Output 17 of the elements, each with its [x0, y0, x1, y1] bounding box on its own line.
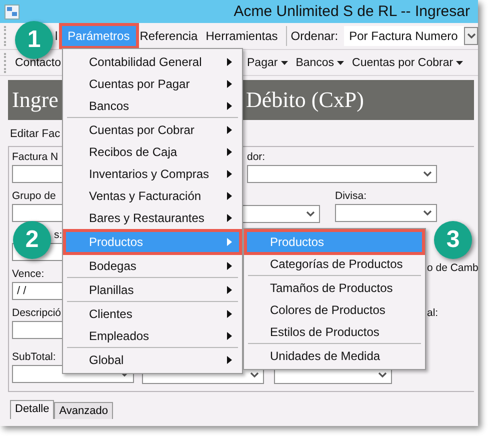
sort-label: Ordenar: [290, 29, 338, 43]
page-title: Ingre [12, 87, 58, 113]
field-label: Descripció [12, 307, 62, 319]
window-title: Acme Unlimited S de RL -- Ingresar [234, 3, 470, 20]
field-label: Factura N [12, 151, 58, 163]
field-label: SubTotal: [12, 351, 56, 363]
field-label: al: [427, 307, 438, 319]
step-badge: 1 [15, 21, 53, 59]
field-label: Vence: [12, 268, 44, 280]
field-label: o de Camb [427, 262, 478, 274]
field-label: Grupo de [12, 190, 56, 202]
step-badge: 3 [434, 221, 472, 259]
page-title: Débito (CxP) [246, 87, 364, 113]
field-label: s: [54, 229, 62, 241]
field-label: Divisa: [335, 190, 367, 202]
section-label: Editar Fac [10, 128, 60, 140]
field-label: dor: [247, 151, 266, 163]
